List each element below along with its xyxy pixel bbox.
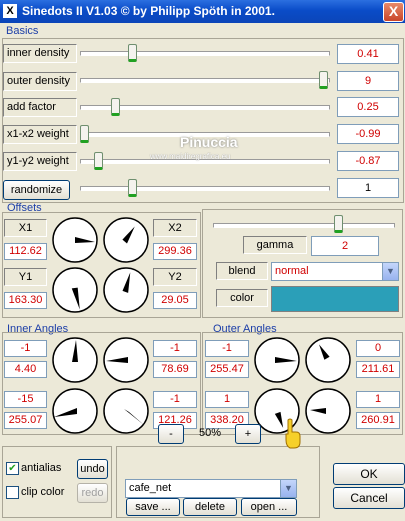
window-title: Sinedots II V1.03 © by Philipp Spöth in … — [22, 4, 275, 18]
outer-density-slider[interactable] — [319, 71, 328, 89]
delete-preset-button[interactable]: delete — [183, 498, 237, 516]
offset-y2-dial[interactable] — [102, 266, 150, 314]
blend-select[interactable]: normal ▼ — [271, 262, 399, 281]
cancel-button[interactable]: Cancel — [333, 487, 405, 509]
add-factor-label: add factor — [3, 98, 77, 117]
undo-button[interactable]: undo — [77, 459, 108, 479]
offset-y1-dial[interactable] — [51, 266, 99, 314]
blend-selected-value: normal — [275, 265, 309, 277]
inner-angle-3-value[interactable]: 255.07 — [4, 412, 47, 429]
color-label: color — [216, 289, 268, 307]
zoom-in-button[interactable]: + — [235, 424, 261, 444]
outer-angle-3-step[interactable]: 1 — [205, 391, 249, 408]
randomize-slider[interactable] — [127, 179, 137, 197]
antialias-label: antialias — [21, 462, 62, 474]
zoom-out-button[interactable]: - — [158, 424, 184, 444]
outer-angle-1-step[interactable]: -1 — [205, 340, 249, 357]
title-bar: X Sinedots II V1.03 © by Philipp Spöth i… — [0, 0, 405, 23]
inner-angle-4-dial[interactable] — [102, 387, 150, 435]
outer-angle-2-value[interactable]: 211.61 — [356, 361, 400, 378]
inner-angle-2-dial[interactable] — [102, 336, 150, 384]
randomize-value[interactable]: 1 — [337, 178, 399, 198]
inner-angle-2-step[interactable]: -1 — [153, 340, 197, 357]
outer-density-value[interactable]: 9 — [337, 71, 399, 91]
inner-angle-1-value[interactable]: 4.40 — [4, 361, 47, 378]
close-button[interactable]: X — [383, 2, 404, 22]
x1-x2-weight-slider[interactable] — [80, 125, 89, 143]
redo-button[interactable]: redo — [77, 483, 108, 503]
x2-value[interactable]: 299.36 — [153, 243, 197, 260]
outer-angle-4-value[interactable]: 260.91 — [356, 412, 400, 429]
gamma-slider[interactable] — [334, 215, 344, 233]
inner-angle-1-dial[interactable] — [51, 336, 99, 384]
watermark-site: www.maidiregrafica.eu — [150, 152, 231, 161]
preset-selected-value: cafe_net — [129, 482, 172, 494]
inner-density-value[interactable]: 0.41 — [337, 44, 399, 64]
inner-angle-2-value[interactable]: 78.69 — [153, 361, 197, 378]
app-icon: X — [3, 4, 17, 18]
x1-x2-weight-value[interactable]: -0.99 — [337, 124, 399, 144]
chevron-down-icon[interactable]: ▼ — [280, 480, 296, 497]
y1-y2-weight-slider[interactable] — [94, 152, 104, 170]
x1-x2-weight-label: x1-x2 weight — [3, 125, 77, 144]
gamma-value[interactable]: 2 — [311, 236, 379, 256]
outer-angle-1-value[interactable]: 255.47 — [205, 361, 249, 378]
offset-x1-dial[interactable] — [51, 216, 99, 264]
outer-angle-4-dial[interactable] — [304, 387, 352, 435]
offset-x2-dial[interactable] — [102, 216, 150, 264]
y1-y2-weight-value[interactable]: -0.87 — [337, 151, 399, 171]
antialias-checkbox[interactable]: ✔ — [6, 462, 19, 475]
inner-density-track — [80, 51, 330, 56]
watermark-name: Pinuccia — [180, 134, 238, 150]
chevron-down-icon[interactable]: ▼ — [382, 263, 398, 280]
gamma-label: gamma — [243, 236, 307, 254]
randomize-track — [80, 186, 330, 191]
inner-density-slider[interactable] — [127, 44, 137, 62]
randomize-button[interactable]: randomize — [3, 180, 70, 200]
clip-color-label: clip color — [21, 486, 65, 498]
add-factor-value[interactable]: 0.25 — [337, 97, 399, 117]
y2-label: Y2 — [153, 268, 197, 286]
preset-select[interactable]: cafe_net ▼ — [125, 479, 297, 498]
outer-angle-2-dial[interactable] — [304, 336, 352, 384]
gamma-track — [213, 223, 395, 228]
save-preset-button[interactable]: save ... — [126, 498, 180, 516]
outer-density-track — [80, 78, 330, 83]
zoom-level: 50% — [198, 427, 222, 439]
basics-title: Basics — [6, 25, 39, 37]
ok-button[interactable]: OK — [333, 463, 405, 485]
open-preset-button[interactable]: open ... — [241, 498, 297, 516]
inner-angle-4-step[interactable]: -1 — [153, 391, 197, 408]
inner-density-label: inner density — [3, 44, 77, 63]
inner-angle-3-dial[interactable] — [51, 387, 99, 435]
outer-angle-1-dial[interactable] — [253, 336, 301, 384]
y2-value[interactable]: 29.05 — [153, 292, 197, 309]
outer-density-label: outer density — [3, 72, 77, 91]
outer-angle-2-step[interactable]: 0 — [356, 340, 400, 357]
x1-value[interactable]: 112.62 — [4, 243, 47, 260]
x2-label: X2 — [153, 219, 197, 237]
color-swatch[interactable] — [271, 286, 399, 312]
y1-label: Y1 — [4, 268, 47, 286]
clip-color-checkbox[interactable] — [6, 486, 19, 499]
options-group — [2, 446, 112, 518]
y1-value[interactable]: 163.30 — [4, 292, 47, 309]
inner-angle-1-step[interactable]: -1 — [4, 340, 47, 357]
blend-label: blend — [216, 262, 268, 280]
y1-y2-weight-label: y1-y2 weight — [3, 152, 77, 171]
x1-label: X1 — [4, 219, 47, 237]
inner-angle-3-step[interactable]: -15 — [4, 391, 47, 408]
pointing-hand-icon — [285, 418, 301, 449]
outer-angle-4-step[interactable]: 1 — [356, 391, 400, 408]
add-factor-slider[interactable] — [111, 98, 121, 116]
